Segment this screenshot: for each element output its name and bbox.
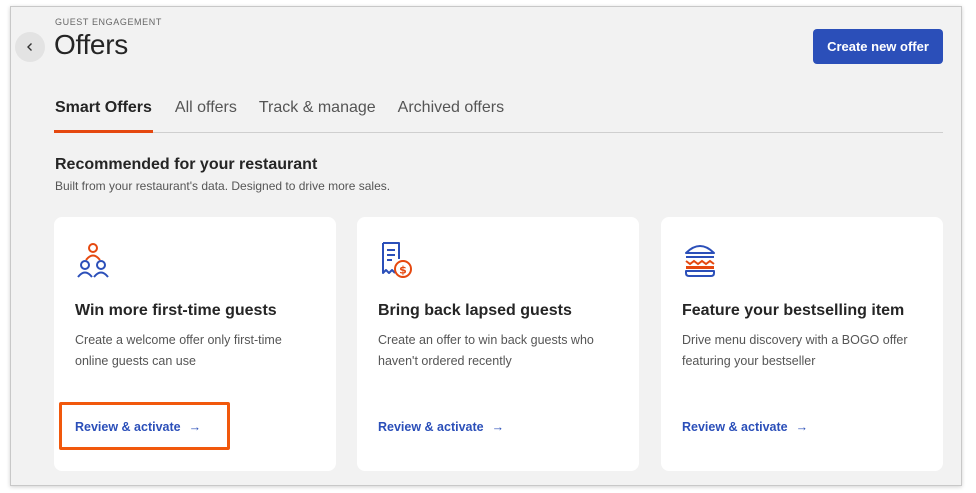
review-activate-link[interactable]: Review & activate →	[75, 420, 201, 434]
review-activate-link[interactable]: Review & activate →	[378, 420, 504, 434]
tab-track-manage[interactable]: Track & manage	[259, 97, 376, 133]
arrow-right-icon: →	[795, 420, 809, 434]
create-new-offer-button[interactable]: Create new offer	[813, 29, 943, 64]
card-title: Win more first-time guests	[75, 302, 277, 319]
svg-text:$: $	[399, 264, 407, 277]
back-button[interactable]	[15, 32, 45, 62]
page-eyebrow: GUEST ENGAGEMENT	[55, 17, 162, 27]
section-subheading: Built from your restaurant's data. Desig…	[55, 179, 391, 193]
page-title: Offers	[54, 29, 128, 60]
card-description: Drive menu discovery with a BOGO offer f…	[682, 333, 908, 368]
offer-card-first-time-guests: Win more first-time guests Create a welc…	[54, 217, 336, 471]
arrow-right-icon: →	[188, 420, 202, 434]
burger-icon	[685, 245, 715, 277]
card-title: Feature your bestselling item	[682, 302, 905, 319]
offers-page: GUEST ENGAGEMENT Offers Create new offer…	[10, 6, 962, 486]
section-heading: Recommended for your restaurant	[55, 156, 318, 173]
link-label: Review & activate	[378, 420, 484, 434]
tab-all-offers[interactable]: All offers	[175, 97, 237, 133]
link-label: Review & activate	[682, 420, 788, 434]
chevron-left-icon	[27, 43, 32, 51]
review-activate-link[interactable]: Review & activate →	[682, 420, 808, 434]
card-description: Create an offer to win back guests who h…	[378, 333, 594, 368]
tab-archived-offers[interactable]: Archived offers	[398, 97, 504, 133]
receipt-dollar-icon: $	[382, 242, 412, 278]
tab-smart-offers[interactable]: Smart Offers	[54, 97, 153, 133]
arrow-right-icon: →	[491, 420, 505, 434]
offer-card-lapsed-guests: $ Bring back lapsed guests Create an off…	[357, 217, 639, 471]
offers-tabs: Smart Offers All offers Track & manage A…	[54, 97, 943, 133]
card-description: Create a welcome offer only first-time o…	[75, 333, 282, 368]
card-title: Bring back lapsed guests	[378, 302, 572, 319]
guests-group-icon	[77, 243, 109, 278]
link-label: Review & activate	[75, 420, 181, 434]
offer-card-bestselling-item: Feature your bestselling item Drive menu…	[661, 217, 943, 471]
